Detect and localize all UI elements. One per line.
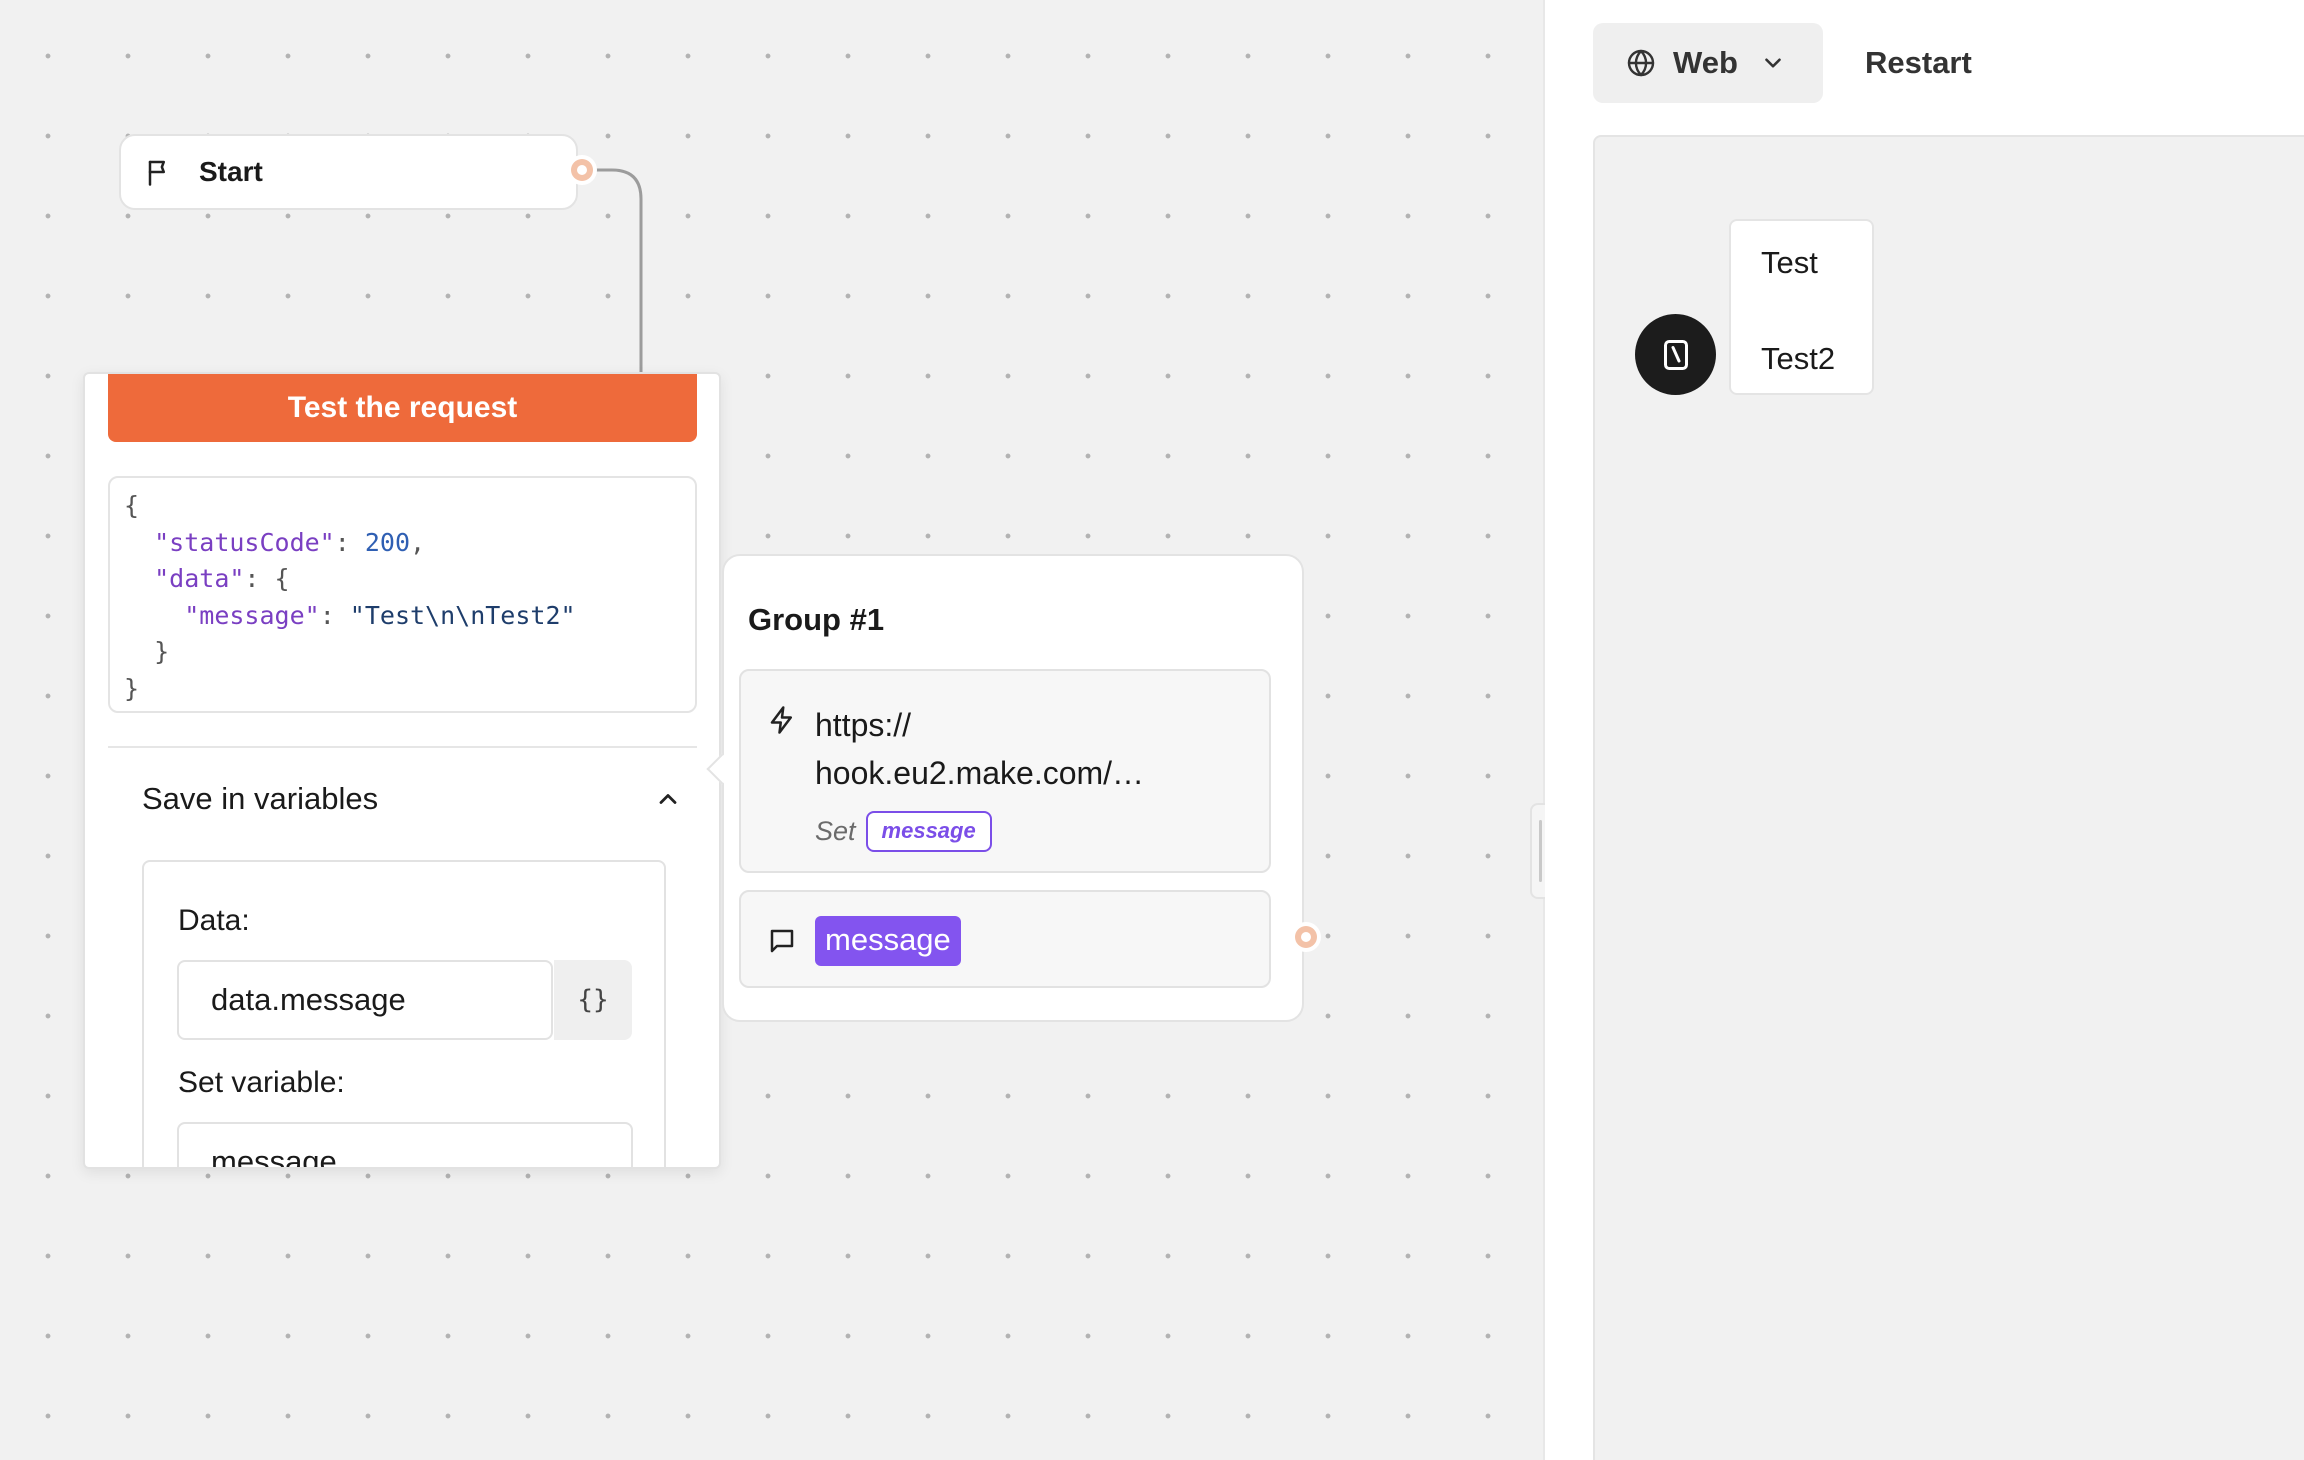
group-title[interactable]: Group #1 (748, 602, 884, 638)
chat-message-line (1761, 287, 1872, 335)
chat-preview-frame[interactable]: Test Test2 (1593, 135, 2304, 1460)
code-line: "data": { (124, 561, 695, 598)
code-line: } (124, 634, 695, 671)
code-token: : (319, 600, 350, 630)
webhook-block[interactable]: https:// hook.eu2.make.com/… Set message (739, 669, 1271, 873)
runtime-select[interactable]: Web (1593, 23, 1823, 103)
set-variable-select[interactable]: message (177, 1122, 633, 1167)
text-bubble-block[interactable]: message (739, 890, 1271, 988)
bot-logo-icon (1658, 337, 1694, 373)
code-token: "message" (184, 600, 320, 630)
flag-icon (145, 157, 175, 187)
code-token: 200 (364, 527, 410, 557)
flow-canvas[interactable]: Start Test the request { "statusCode": 2… (0, 0, 1543, 1460)
variable-mapping-card: Data: {} Set variable: message (142, 860, 666, 1167)
bot-avatar (1635, 314, 1716, 395)
chat-message-line: Test (1761, 245, 1818, 280)
save-in-variables-label: Save in variables (142, 781, 379, 816)
preview-panel: Web Restart Test Test2 (1545, 0, 2304, 1460)
group-node[interactable]: Group #1 https:// hook.eu2.make.com/… Se… (722, 554, 1304, 1022)
code-token: "data" (154, 564, 245, 593)
lightning-icon (767, 705, 797, 735)
section-divider (108, 746, 697, 748)
webhook-url-line: https:// (815, 707, 912, 743)
code-token: } (124, 637, 170, 666)
variable-pill: message (815, 916, 961, 966)
chat-message-line: Test2 (1761, 341, 1836, 376)
code-token: } (124, 673, 140, 703)
code-line: { (124, 488, 695, 525)
code-token: , (410, 527, 426, 557)
code-line: "statusCode": 200, (124, 525, 695, 562)
code-token: : (334, 527, 365, 557)
save-in-variables-toggle[interactable]: Save in variables (142, 774, 682, 824)
data-path-input[interactable] (177, 960, 553, 1040)
restart-button[interactable]: Restart (1865, 23, 1972, 103)
runtime-label: Web (1673, 45, 1738, 80)
webhook-set-variable: Set message (815, 811, 992, 852)
code-token: { (124, 491, 140, 520)
set-label: Set (815, 816, 856, 846)
webhook-settings-popover: Test the request { "statusCode": 200, "d… (83, 372, 721, 1169)
start-node-endpoint[interactable] (567, 155, 597, 185)
start-node-label: Start (199, 156, 263, 187)
code-token: "Test\n\nTest2" (349, 600, 576, 630)
code-token: : { (244, 564, 290, 593)
group-node-endpoint[interactable] (1291, 922, 1321, 952)
code-line: } (124, 671, 695, 708)
chat-message-bubble: Test Test2 (1729, 219, 1874, 395)
insert-variable-button[interactable]: {} (554, 960, 632, 1040)
code-token: "statusCode" (154, 527, 335, 557)
chat-bubble-icon (767, 926, 797, 956)
response-code-viewer[interactable]: { "statusCode": 200, "data": { "message"… (108, 476, 697, 713)
code-line: "message": "Test\n\nTest2" (124, 598, 695, 635)
test-request-button[interactable]: Test the request (108, 374, 697, 442)
globe-icon (1625, 47, 1657, 79)
set-variable-label: Set variable: (178, 1066, 345, 1099)
start-node[interactable]: Start (119, 134, 578, 210)
chevron-down-icon (1760, 50, 1786, 76)
data-path-label: Data: (178, 904, 250, 937)
webhook-url-line: hook.eu2.make.com/… (815, 755, 1145, 791)
chevron-up-icon (654, 785, 682, 813)
webhook-url: https:// hook.eu2.make.com/… (815, 701, 1195, 797)
variable-tag: message (865, 811, 992, 852)
